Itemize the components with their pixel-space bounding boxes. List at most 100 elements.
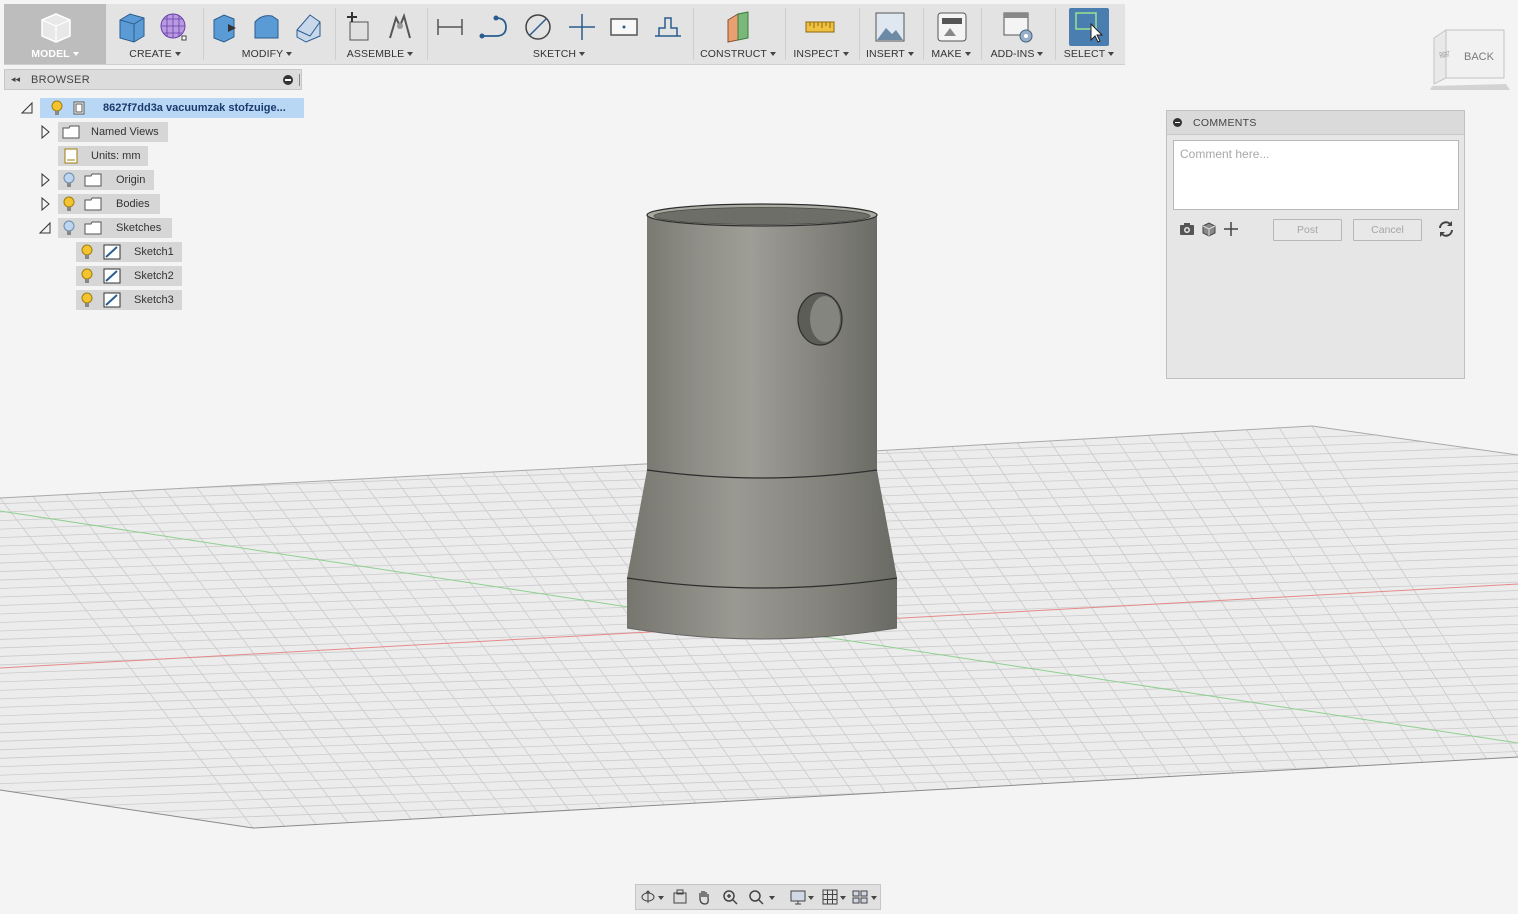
display-settings-icon[interactable] [790, 889, 806, 905]
lightbulb-icon[interactable] [80, 268, 94, 284]
body-top-opening [653, 207, 871, 225]
comments-header[interactable]: COMMENTS [1167, 111, 1464, 135]
collapsed-triangle-icon[interactable] [38, 170, 52, 190]
workspace-model[interactable]: MODEL [4, 4, 106, 64]
new-component-icon[interactable] [342, 10, 374, 44]
lightbulb-icon[interactable] [50, 100, 64, 116]
viewports-dropdown-icon[interactable] [871, 896, 877, 900]
select-group[interactable]: SELECT [1056, 4, 1122, 64]
orbit-icon[interactable] [640, 889, 656, 905]
toolbar-label-model: MODEL [4, 48, 106, 60]
toolbar-label-inspect: INSPECT [786, 48, 856, 60]
chamfer-icon[interactable] [292, 10, 324, 44]
lightbulb-icon[interactable] [80, 292, 94, 308]
scripts-addins-icon[interactable] [1002, 10, 1034, 44]
node-label: Origin [116, 174, 146, 186]
comment-input[interactable] [1173, 140, 1459, 210]
3d-body[interactable] [626, 203, 898, 640]
select-cursor-icon[interactable] [1073, 10, 1105, 44]
make-group[interactable]: MAKE [924, 4, 978, 64]
lightbulb-icon[interactable] [62, 196, 76, 212]
sketch-icon [103, 292, 121, 308]
browser-header[interactable]: ◂◂ BROWSER [4, 69, 302, 90]
fillet-icon[interactable] [250, 10, 282, 44]
node-label: Sketch3 [134, 294, 174, 306]
minimize-comments-icon[interactable] [1173, 118, 1182, 127]
refresh-icon[interactable] [1437, 220, 1455, 238]
joint-icon[interactable] [384, 10, 416, 44]
3d-print-icon[interactable] [936, 10, 968, 44]
camera-icon[interactable] [1179, 221, 1195, 237]
modify-group[interactable]: MODIFY [204, 4, 330, 64]
browser-node-sketch3[interactable]: Sketch3 [76, 290, 186, 310]
component-icon [73, 101, 85, 115]
collapsed-triangle-icon[interactable] [38, 122, 52, 142]
post-button[interactable]: Post [1273, 219, 1342, 241]
inspect-group[interactable]: INSPECT [786, 4, 856, 64]
display-dropdown-icon[interactable] [808, 896, 814, 900]
browser-node-sketches[interactable]: Sketches [36, 218, 186, 238]
construct-group[interactable]: CONSTRUCT [694, 4, 782, 64]
insert-image-icon[interactable] [874, 10, 906, 44]
viewcube-back-label: BACK [1464, 51, 1495, 63]
sketch-icon [103, 244, 121, 260]
node-label: Bodies [116, 198, 150, 210]
orbit-dropdown-icon[interactable] [658, 896, 664, 900]
grid-settings-icon[interactable] [822, 889, 838, 905]
sketch-group[interactable]: SKETCH [428, 4, 690, 64]
look-at-icon[interactable] [672, 889, 688, 905]
zoom-window-icon[interactable] [748, 889, 764, 905]
lightbulb-icon[interactable] [80, 244, 94, 260]
expanded-triangle-icon[interactable] [20, 98, 34, 118]
main-toolbar: MODEL CREATE MODIFY ASSEMBLE SKETCH CONS… [4, 4, 1125, 65]
line-tool-icon[interactable] [434, 10, 466, 44]
browser-node-named-views[interactable]: Named Views [36, 122, 186, 142]
panel-grip-icon[interactable] [299, 74, 300, 86]
viewcube-right-label: RIGHT [1439, 50, 1450, 60]
zoom-dropdown-icon[interactable] [769, 896, 775, 900]
pan-hand-icon[interactable] [696, 889, 712, 905]
collapse-panel-icon[interactable]: ◂◂ [11, 74, 20, 85]
minimize-browser-icon[interactable] [283, 75, 293, 85]
document-icon [64, 148, 78, 164]
attach-body-icon[interactable] [1201, 221, 1217, 237]
expanded-triangle-icon[interactable] [38, 218, 52, 238]
insert-group[interactable]: INSERT [860, 4, 920, 64]
assemble-group[interactable]: ASSEMBLE [336, 4, 424, 64]
attach-point-icon[interactable] [1223, 221, 1239, 237]
browser-node-units[interactable]: Units: mm [36, 146, 186, 166]
node-label: Sketch1 [134, 246, 174, 258]
toolbar-label-sketch: SKETCH [428, 48, 690, 60]
cancel-button[interactable]: Cancel [1353, 219, 1422, 241]
view-cube[interactable]: RIGHT BACK [1426, 26, 1510, 92]
toolbar-label-select: SELECT [1056, 48, 1122, 60]
measure-icon[interactable] [804, 10, 836, 44]
extrude-box-icon[interactable] [116, 10, 148, 44]
comments-panel: COMMENTS Post Cancel [1166, 110, 1465, 379]
create-group[interactable]: CREATE [110, 4, 200, 64]
rectangle-tool-icon[interactable] [608, 10, 640, 44]
toolbar-label-construct: CONSTRUCT [694, 48, 782, 60]
zoom-icon[interactable] [722, 889, 738, 905]
collapsed-triangle-icon[interactable] [38, 194, 52, 214]
circle-tool-icon[interactable] [522, 10, 554, 44]
form-sphere-icon[interactable] [158, 10, 190, 44]
arc-tool-icon[interactable] [478, 10, 510, 44]
browser-node-sketch2[interactable]: Sketch2 [76, 266, 186, 286]
lightbulb-off-icon[interactable] [62, 220, 76, 236]
grid-dropdown-icon[interactable] [840, 896, 846, 900]
viewports-icon[interactable] [852, 889, 868, 905]
folder-icon [84, 197, 102, 211]
browser-node-bodies[interactable]: Bodies [36, 194, 186, 214]
press-pull-icon[interactable] [208, 10, 240, 44]
construct-plane-icon[interactable] [722, 10, 754, 44]
node-label: Units: mm [91, 150, 141, 162]
lightbulb-off-icon[interactable] [62, 172, 76, 188]
point-tool-icon[interactable] [566, 10, 598, 44]
addins-group[interactable]: ADD-INS [982, 4, 1052, 64]
stop-sketch-icon[interactable] [652, 10, 684, 44]
browser-node-origin[interactable]: Origin [36, 170, 186, 190]
browser-root-node[interactable]: 8627f7dd3a vacuumzak stofzuige... [16, 98, 306, 118]
body-taper [627, 470, 897, 588]
browser-node-sketch1[interactable]: Sketch1 [76, 242, 186, 262]
